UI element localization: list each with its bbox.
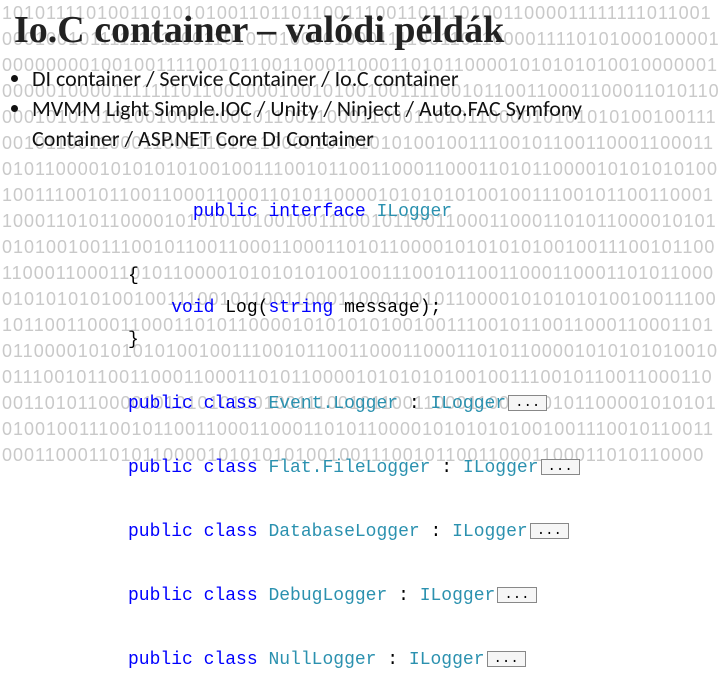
slide-content: Io.C container – valódi példák DI contai… xyxy=(0,0,720,676)
keyword-void: void xyxy=(171,298,214,318)
type-ilogger: ILogger xyxy=(376,202,452,222)
param-type: string xyxy=(268,298,333,318)
class-name: DebugLogger xyxy=(268,586,387,606)
class-decl: public class Event.Logger : ILogger... xyxy=(128,388,720,420)
ellipsis-icon: ... xyxy=(541,459,580,475)
ellipsis-icon: ... xyxy=(487,651,526,667)
bullet-list: DI container / Service Container / Io.C … xyxy=(32,64,720,154)
method-name: Log xyxy=(225,298,257,318)
keyword-class: class xyxy=(204,394,258,414)
paren-close: ) xyxy=(420,298,431,318)
bullet-item: DI container / Service Container / Io.C … xyxy=(32,64,652,94)
colon: : xyxy=(430,458,462,478)
keyword-class: class xyxy=(204,458,258,478)
keyword-public: public xyxy=(128,458,193,478)
keyword-public: public xyxy=(128,522,193,542)
colon: : xyxy=(387,586,419,606)
class-decl: public class NullLogger : ILogger... xyxy=(128,644,720,676)
class-name: Flat.FileLogger xyxy=(268,458,430,478)
param-name: message xyxy=(344,298,420,318)
keyword-public: public xyxy=(128,650,193,670)
type-ilogger: ILogger xyxy=(420,586,496,606)
keyword-class: class xyxy=(204,522,258,542)
keyword-interface: interface xyxy=(268,202,365,222)
keyword-class: class xyxy=(204,586,258,606)
class-decl: public class DatabaseLogger : ILogger... xyxy=(128,516,720,548)
class-name: NullLogger xyxy=(268,650,376,670)
type-ilogger: ILogger xyxy=(430,394,506,414)
bullet-item: MVMM Light Simple.IOC / Unity / Ninject … xyxy=(32,94,652,154)
keyword-public: public xyxy=(128,394,193,414)
ellipsis-icon: ... xyxy=(530,523,569,539)
keyword-class: class xyxy=(204,650,258,670)
class-name: DatabaseLogger xyxy=(268,522,419,542)
ellipsis-icon: ... xyxy=(508,395,547,411)
brace-open: { xyxy=(128,266,139,286)
semicolon: ; xyxy=(431,298,442,318)
keyword-public: public xyxy=(128,586,193,606)
colon: : xyxy=(420,522,452,542)
type-ilogger: ILogger xyxy=(463,458,539,478)
code-snippet: public interface ILogger { void Log(stri… xyxy=(128,164,720,676)
type-ilogger: ILogger xyxy=(452,522,528,542)
colon: : xyxy=(376,650,408,670)
colon: : xyxy=(398,394,430,414)
type-ilogger: ILogger xyxy=(409,650,485,670)
paren-open: ( xyxy=(258,298,269,318)
class-decl: public class Flat.FileLogger : ILogger..… xyxy=(128,452,720,484)
ellipsis-icon: ... xyxy=(497,587,536,603)
brace-close: } xyxy=(128,330,139,350)
class-decl: public class DebugLogger : ILogger... xyxy=(128,580,720,612)
keyword-public: public xyxy=(193,202,258,222)
page-title: Io.C container – valódi példák xyxy=(0,0,720,56)
class-name: Event.Logger xyxy=(268,394,398,414)
